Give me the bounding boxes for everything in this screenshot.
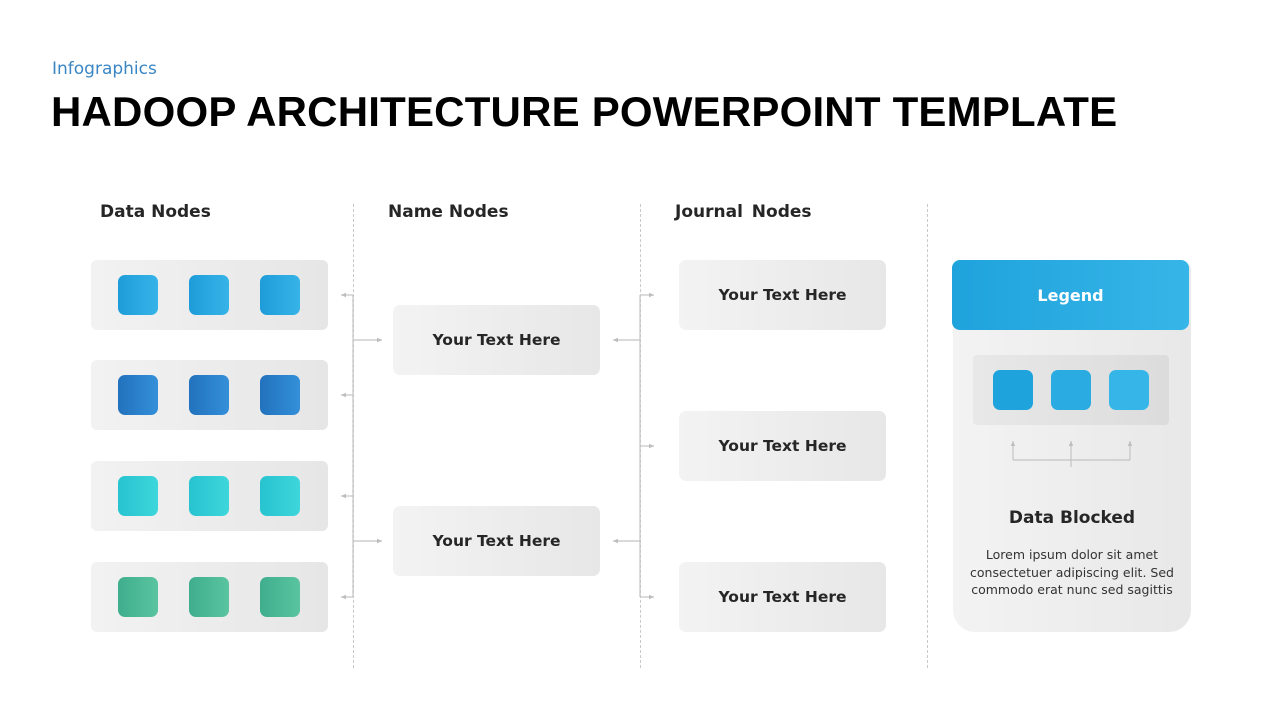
legend-title: Data Blocked: [1008, 508, 1136, 528]
legend-connector: [1010, 441, 1133, 467]
legend-description: Lorem ipsum dolor sit amet consectetuer …: [970, 547, 1174, 597]
